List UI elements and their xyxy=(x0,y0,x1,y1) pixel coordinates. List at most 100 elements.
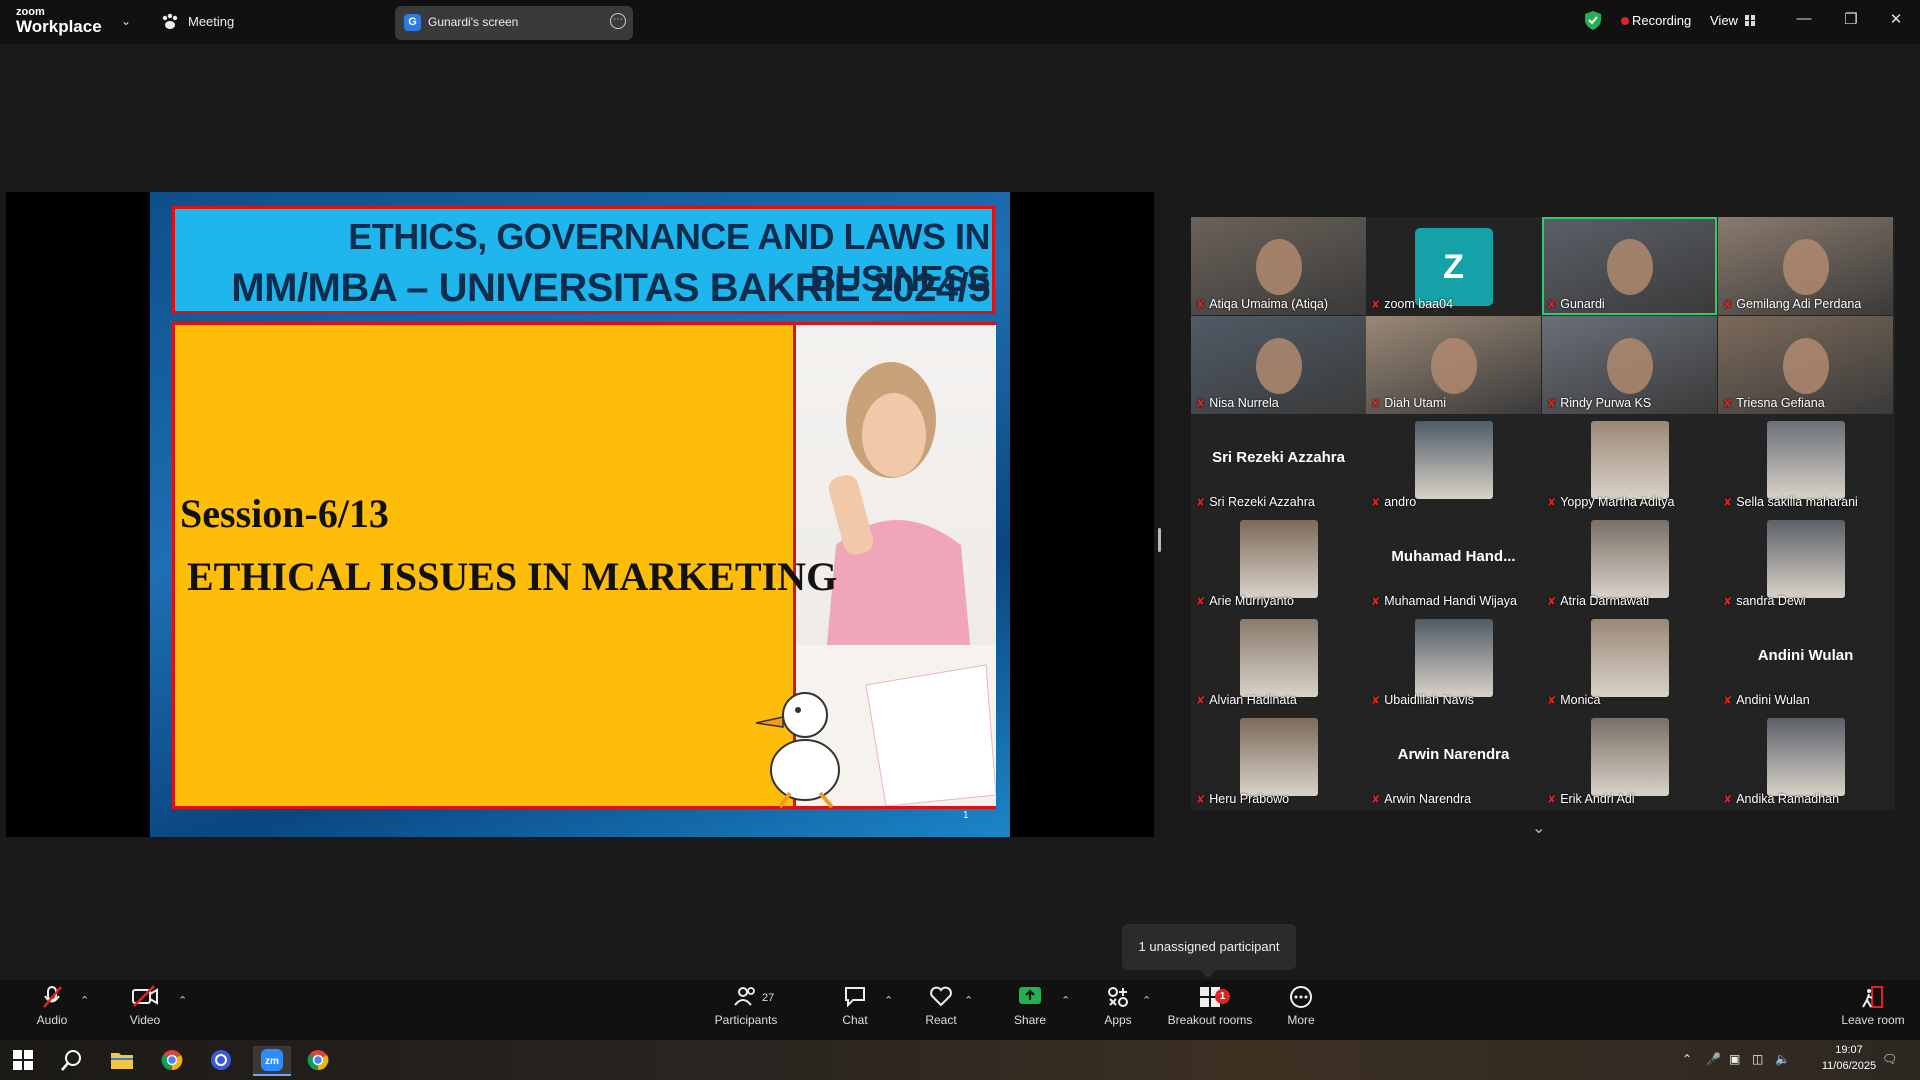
muted-mic-icon: ✘ xyxy=(1547,596,1557,608)
search-icon[interactable] xyxy=(57,1046,87,1074)
gallery-scroll-down-icon[interactable]: ⌄ xyxy=(1532,818,1545,838)
participant-name: Ubaidillah Navis xyxy=(1384,693,1474,707)
participant-profile-photo xyxy=(1239,619,1318,697)
participant-tile[interactable]: ✘ Arie Murriyanto xyxy=(1191,514,1366,612)
participant-tile[interactable]: ✘ Ubaidillah Navis xyxy=(1366,613,1541,711)
share-screen-icon xyxy=(995,985,1065,1011)
participant-name: Heru Prabowo xyxy=(1209,792,1290,806)
muted-mic-icon: ✘ xyxy=(1723,596,1733,608)
chat-options-caret-icon[interactable]: ⌃ xyxy=(884,994,893,1007)
participant-name-label: ✘ Diah Utami xyxy=(1371,396,1446,410)
participant-tile[interactable]: ✘ Gemilang Adi Perdana xyxy=(1718,217,1893,315)
muted-mic-icon: ✘ xyxy=(1371,398,1381,410)
participants-label: Participants xyxy=(714,1013,778,1027)
display-tray-icon[interactable]: ▣ xyxy=(1729,1052,1740,1066)
participant-tile[interactable]: ✘ Nisa Nurrela xyxy=(1191,316,1366,414)
chrome-icon[interactable] xyxy=(157,1046,187,1074)
participant-name: Nisa Nurrela xyxy=(1209,396,1279,410)
participant-tile[interactable]: ✘ Rindy Purwa KS xyxy=(1542,316,1717,414)
participant-tile[interactable]: ✘ Sella sakilla maharani xyxy=(1718,415,1893,513)
participant-name-label: ✘ Nisa Nurrela xyxy=(1196,396,1279,410)
audio-options-caret-icon[interactable]: ⌃ xyxy=(80,994,89,1007)
chat-icon xyxy=(820,985,890,1011)
participant-name-label: ✘ Andini Wulan xyxy=(1723,693,1810,707)
participant-name-label: ✘ Rindy Purwa KS xyxy=(1547,396,1651,410)
meeting-paw-icon[interactable] xyxy=(160,12,180,32)
breakout-rooms-button[interactable]: Breakout rooms xyxy=(1158,985,1262,1027)
more-options-icon[interactable]: ⋯ xyxy=(610,13,626,29)
participant-name: Andika Ramadhan xyxy=(1736,792,1840,806)
participant-tile[interactable]: ✘ Diah Utami xyxy=(1366,316,1541,414)
participant-name: Yoppy Martha Aditya xyxy=(1560,495,1675,509)
apps-options-caret-icon[interactable]: ⌃ xyxy=(1142,994,1151,1007)
file-explorer-icon[interactable] xyxy=(107,1046,137,1074)
grid-view-icon[interactable] xyxy=(1745,15,1755,26)
recording-status[interactable]: Recording xyxy=(1632,13,1691,28)
volume-icon[interactable]: 🔈 xyxy=(1775,1052,1790,1066)
more-button[interactable]: More xyxy=(1266,985,1336,1027)
participant-tile[interactable]: ✘ Yoppy Martha Aditya xyxy=(1542,415,1717,513)
video-options-caret-icon[interactable]: ⌃ xyxy=(178,994,187,1007)
react-options-caret-icon[interactable]: ⌃ xyxy=(964,994,973,1007)
notifications-icon[interactable]: 🗨 xyxy=(1882,1052,1897,1066)
zoom-taskbar-icon[interactable]: zm xyxy=(253,1046,291,1076)
muted-mic-icon: ✘ xyxy=(1196,596,1206,608)
participant-tile[interactable]: Andini Wulan ✘ Andini Wulan xyxy=(1718,613,1893,711)
participant-tile[interactable]: ✘ Erik Andri Adi xyxy=(1542,712,1717,810)
participant-tile[interactable]: ✘ Atiqa Umaima (Atiqa) xyxy=(1191,217,1366,315)
participant-tile[interactable]: ✘ Triesna Gefiana xyxy=(1718,316,1893,414)
video-button[interactable]: Video xyxy=(110,985,180,1027)
participant-tile[interactable]: Z ✘ zoom baa04 xyxy=(1366,217,1541,315)
participant-name: Andini Wulan xyxy=(1736,693,1810,707)
participant-name: Gemilang Adi Perdana xyxy=(1736,297,1862,311)
taskbar-time[interactable]: 19:07 xyxy=(1820,1044,1878,1056)
windows-start-icon[interactable] xyxy=(8,1046,38,1074)
microphone-tray-icon[interactable]: 🎤 xyxy=(1706,1052,1721,1066)
muted-mic-icon: ✘ xyxy=(1547,299,1557,311)
participant-name-label: ✘ Sri Rezeki Azzahra xyxy=(1196,495,1315,509)
chat-button[interactable]: Chat xyxy=(820,985,890,1027)
leave-room-button[interactable]: Leave room xyxy=(1835,985,1911,1027)
minimize-icon[interactable]: — xyxy=(1789,10,1819,27)
meeting-menu[interactable]: Meeting xyxy=(188,14,234,29)
participant-tile[interactable]: ✘ Heru Prabowo xyxy=(1191,712,1366,810)
muted-mic-icon: ✘ xyxy=(1723,794,1733,806)
more-label: More xyxy=(1287,1013,1315,1027)
split-divider-handle[interactable] xyxy=(1158,528,1161,552)
taskbar-date[interactable]: 11/06/2025 xyxy=(1820,1060,1878,1072)
chevron-down-icon[interactable]: ⌄ xyxy=(121,14,131,28)
network-icon[interactable]: ◫ xyxy=(1752,1052,1763,1066)
participant-tile[interactable]: Sri Rezeki Azzahra ✘ Sri Rezeki Azzahra xyxy=(1191,415,1366,513)
participant-name: Arie Murriyanto xyxy=(1209,594,1294,608)
restore-icon[interactable]: ❐ xyxy=(1836,10,1866,28)
share-options-caret-icon[interactable]: ⌃ xyxy=(1061,994,1070,1007)
participant-video-feed xyxy=(1430,338,1477,394)
muted-mic-icon: ✘ xyxy=(1371,299,1381,311)
participant-tile[interactable]: Arwin Narendra ✘ Arwin Narendra xyxy=(1366,712,1541,810)
participant-tile[interactable]: ✘ Atria Darmawati xyxy=(1542,514,1717,612)
share-button[interactable]: Share xyxy=(995,985,1065,1027)
participant-tile[interactable]: ✘ andro xyxy=(1366,415,1541,513)
share-label: Share xyxy=(1013,1013,1047,1027)
muted-mic-icon: ✘ xyxy=(1196,497,1206,509)
participant-profile-photo xyxy=(1414,619,1493,697)
chrome-profile-icon[interactable] xyxy=(303,1046,333,1074)
participant-video-feed xyxy=(1606,239,1653,295)
participant-tile[interactable]: ✘ Alvian Hadinata xyxy=(1191,613,1366,711)
participant-tile[interactable]: ✘ Andika Ramadhan xyxy=(1718,712,1893,810)
tooltip-pointer xyxy=(1200,970,1216,978)
slide-session-text: Session-6/13 xyxy=(180,491,389,536)
participant-tile[interactable]: ✘ sandra Dewi xyxy=(1718,514,1893,612)
security-shield-icon[interactable] xyxy=(1585,11,1601,30)
muted-mic-icon: ✘ xyxy=(1547,794,1557,806)
tray-expand-icon[interactable]: ⌃ xyxy=(1682,1052,1692,1066)
audio-button[interactable]: Audio xyxy=(17,985,87,1027)
view-menu[interactable]: View xyxy=(1710,13,1738,28)
participant-tile[interactable]: Muhamad Hand... ✘ Muhamad Handi Wijaya xyxy=(1366,514,1541,612)
close-icon[interactable]: ✕ xyxy=(1881,10,1911,28)
participant-name-label: ✘ Yoppy Martha Aditya xyxy=(1547,495,1674,509)
participant-tile[interactable]: ✘ Monica xyxy=(1542,613,1717,711)
browser-app-icon[interactable] xyxy=(206,1046,236,1074)
participant-tile[interactable]: ✘ Gunardi xyxy=(1542,217,1717,315)
participant-name-label: ✘ Ubaidillah Navis xyxy=(1371,693,1474,707)
